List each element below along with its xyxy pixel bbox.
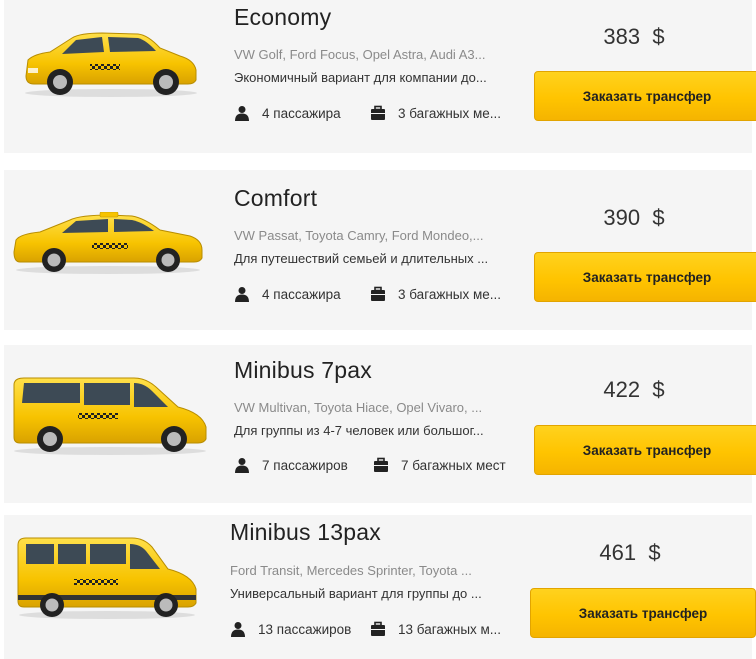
luggage-info: 3 багажных ме...: [370, 105, 501, 121]
passengers-count: 4 пассажира: [262, 286, 341, 302]
passengers-count: 4 пассажира: [262, 105, 341, 121]
car-card-minibus-7pax: Minibus 7pax VW Multivan, Toyota Hiace, …: [4, 345, 756, 503]
car-title: Minibus 7pax: [234, 357, 372, 383]
order-transfer-button[interactable]: Заказать трансфер: [534, 425, 756, 475]
price-value: 461: [599, 540, 637, 565]
person-icon: [235, 458, 249, 473]
order-transfer-button[interactable]: Заказать трансфер: [534, 71, 756, 121]
person-icon: [235, 106, 249, 121]
luggage-count: 3 багажных ме...: [398, 105, 502, 121]
minivan-taxi-image: [13, 377, 207, 455]
luggage-count: 13 багажных м...: [398, 621, 502, 637]
price-currency: $: [652, 377, 665, 402]
car-card-minibus-13pax: Minibus 13pax Ford Transit, Mercedes Spr…: [4, 515, 756, 659]
minibus-taxi-image: [17, 537, 197, 619]
price: 390 $: [564, 205, 704, 231]
suitcase-icon: [374, 457, 388, 472]
car-description: Экономичный вариант для компании до...: [234, 70, 487, 85]
luggage-count: 7 багажных мест: [401, 457, 506, 473]
car-models: Ford Transit, Mercedes Sprinter, Toyota …: [230, 563, 472, 578]
price-value: 390: [603, 205, 641, 230]
car-models: VW Multivan, Toyota Hiace, Opel Vivaro, …: [234, 400, 483, 415]
suitcase-icon: [371, 621, 385, 636]
car-card-economy: Economy VW Golf, Ford Focus, Opel Astra,…: [4, 0, 756, 153]
luggage-count: 3 багажных ме...: [398, 286, 502, 302]
price-currency: $: [648, 540, 661, 565]
price: 422 $: [564, 377, 704, 403]
sedan-taxi-image: [13, 212, 203, 274]
car-models: VW Passat, Toyota Camry, Ford Mondeo,...: [234, 228, 484, 243]
car-models: VW Golf, Ford Focus, Opel Astra, Audi A3…: [234, 47, 486, 62]
passengers-info: 13 пассажиров: [230, 621, 351, 637]
price: 461 $: [560, 540, 700, 566]
price: 383 $: [564, 24, 704, 50]
price-value: 383: [603, 24, 641, 49]
passengers-count: 13 пассажиров: [258, 621, 352, 637]
price-currency: $: [652, 205, 665, 230]
person-icon: [235, 287, 249, 302]
luggage-info: 13 багажных м...: [370, 621, 501, 637]
car-description: Для путешествий семьей и длительных ...: [234, 251, 489, 266]
person-icon: [231, 622, 245, 637]
price-value: 422: [603, 377, 641, 402]
price-currency: $: [652, 24, 665, 49]
car-title: Economy: [234, 4, 332, 30]
order-transfer-button[interactable]: Заказать трансфер: [534, 252, 756, 302]
car-description: Для группы из 4-7 человек или большог...: [234, 423, 484, 438]
passengers-info: 4 пассажира: [234, 105, 341, 121]
car-title: Comfort: [234, 185, 318, 211]
luggage-info: 7 багажных мест: [373, 457, 506, 473]
suitcase-icon: [371, 105, 385, 120]
passengers-count: 7 пассажиров: [262, 457, 348, 473]
car-description: Универсальный вариант для группы до ...: [230, 586, 482, 601]
passengers-info: 7 пассажиров: [234, 457, 348, 473]
car-title: Minibus 13pax: [230, 519, 381, 545]
passengers-info: 4 пассажира: [234, 286, 341, 302]
luggage-info: 3 багажных ме...: [370, 286, 501, 302]
car-card-comfort: Comfort VW Passat, Toyota Camry, Ford Mo…: [4, 170, 756, 330]
hatchback-taxi-image: [25, 32, 197, 97]
order-transfer-button[interactable]: Заказать трансфер: [530, 588, 756, 638]
suitcase-icon: [371, 286, 385, 301]
